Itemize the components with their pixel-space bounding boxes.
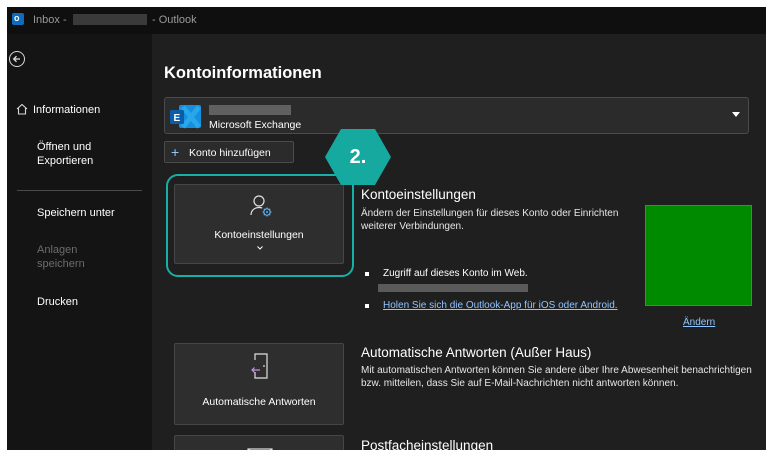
automatic-replies-icon xyxy=(251,353,268,379)
dropdown-arrow-icon xyxy=(732,112,740,117)
account-selector[interactable]: E Microsoft Exchange xyxy=(164,97,749,134)
step-badge: 2. xyxy=(324,128,392,191)
bullet-icon xyxy=(365,304,369,308)
redacted-email xyxy=(73,14,147,25)
outlook-app-link[interactable]: Holen Sie sich die Outlook-App für iOS o… xyxy=(383,300,618,311)
outlook-window: o Inbox - - Outlook Informationen Öffnen… xyxy=(7,7,766,450)
backstage-sidebar: Informationen Öffnen und Exportieren Spe… xyxy=(7,34,152,450)
home-icon xyxy=(16,103,28,115)
sidebar-item-label: Öffnen und xyxy=(37,141,92,153)
automatic-replies-button[interactable]: Automatische Antworten xyxy=(174,343,344,425)
sidebar-item-label: Informationen xyxy=(33,104,101,116)
add-account-button[interactable]: + Konto hinzufügen xyxy=(164,141,294,163)
account-type-label: Microsoft Exchange xyxy=(209,119,302,131)
redacted-account-name xyxy=(209,105,291,115)
main-content: Kontoinformationen E Microsoft Exchange … xyxy=(152,34,766,450)
tile-label: Automatische Antworten xyxy=(202,396,316,408)
step-badge-label: 2. xyxy=(349,146,367,168)
sidebar-item-label: Speichern unter xyxy=(37,207,115,219)
change-photo-link[interactable]: Ändern xyxy=(683,317,715,328)
title-inbox: Inbox - xyxy=(33,14,67,26)
exchange-logo-icon: E xyxy=(170,105,201,129)
sidebar-divider xyxy=(17,190,142,191)
title-app-name: - Outlook xyxy=(152,14,197,26)
title-bar: o Inbox - - Outlook xyxy=(7,7,766,34)
bullet-icon xyxy=(365,272,369,276)
page-title: Kontoinformationen xyxy=(164,64,322,82)
redacted-url xyxy=(378,284,528,292)
back-arrow-icon[interactable] xyxy=(9,51,25,67)
sidebar-item-label: Drucken xyxy=(37,296,78,308)
mailbox-settings-heading: Postfacheinstellungen xyxy=(361,438,494,450)
svg-text:E: E xyxy=(174,113,181,124)
account-settings-heading: Kontoeinstellungen xyxy=(361,187,476,202)
automatic-replies-heading: Automatische Antworten (Außer Haus) xyxy=(361,345,592,360)
sidebar-item-label: Anlagen xyxy=(37,244,78,256)
bullet-text: Zugriff auf dieses Konto im Web. xyxy=(383,268,528,279)
account-photo xyxy=(645,205,752,306)
plus-icon: + xyxy=(171,144,180,160)
add-account-label: Konto hinzufügen xyxy=(189,147,271,159)
sidebar-item-label-line2: speichern xyxy=(37,258,85,270)
mailbox-settings-button[interactable] xyxy=(174,435,344,450)
sidebar-item-label-line2: Exportieren xyxy=(37,155,94,167)
outlook-logo-icon: o xyxy=(12,13,24,25)
account-settings-description: Ändern der Einstellungen für dieses Kont… xyxy=(361,208,619,232)
automatic-replies-description: Mit automatischen Antworten können Sie a… xyxy=(361,365,752,389)
